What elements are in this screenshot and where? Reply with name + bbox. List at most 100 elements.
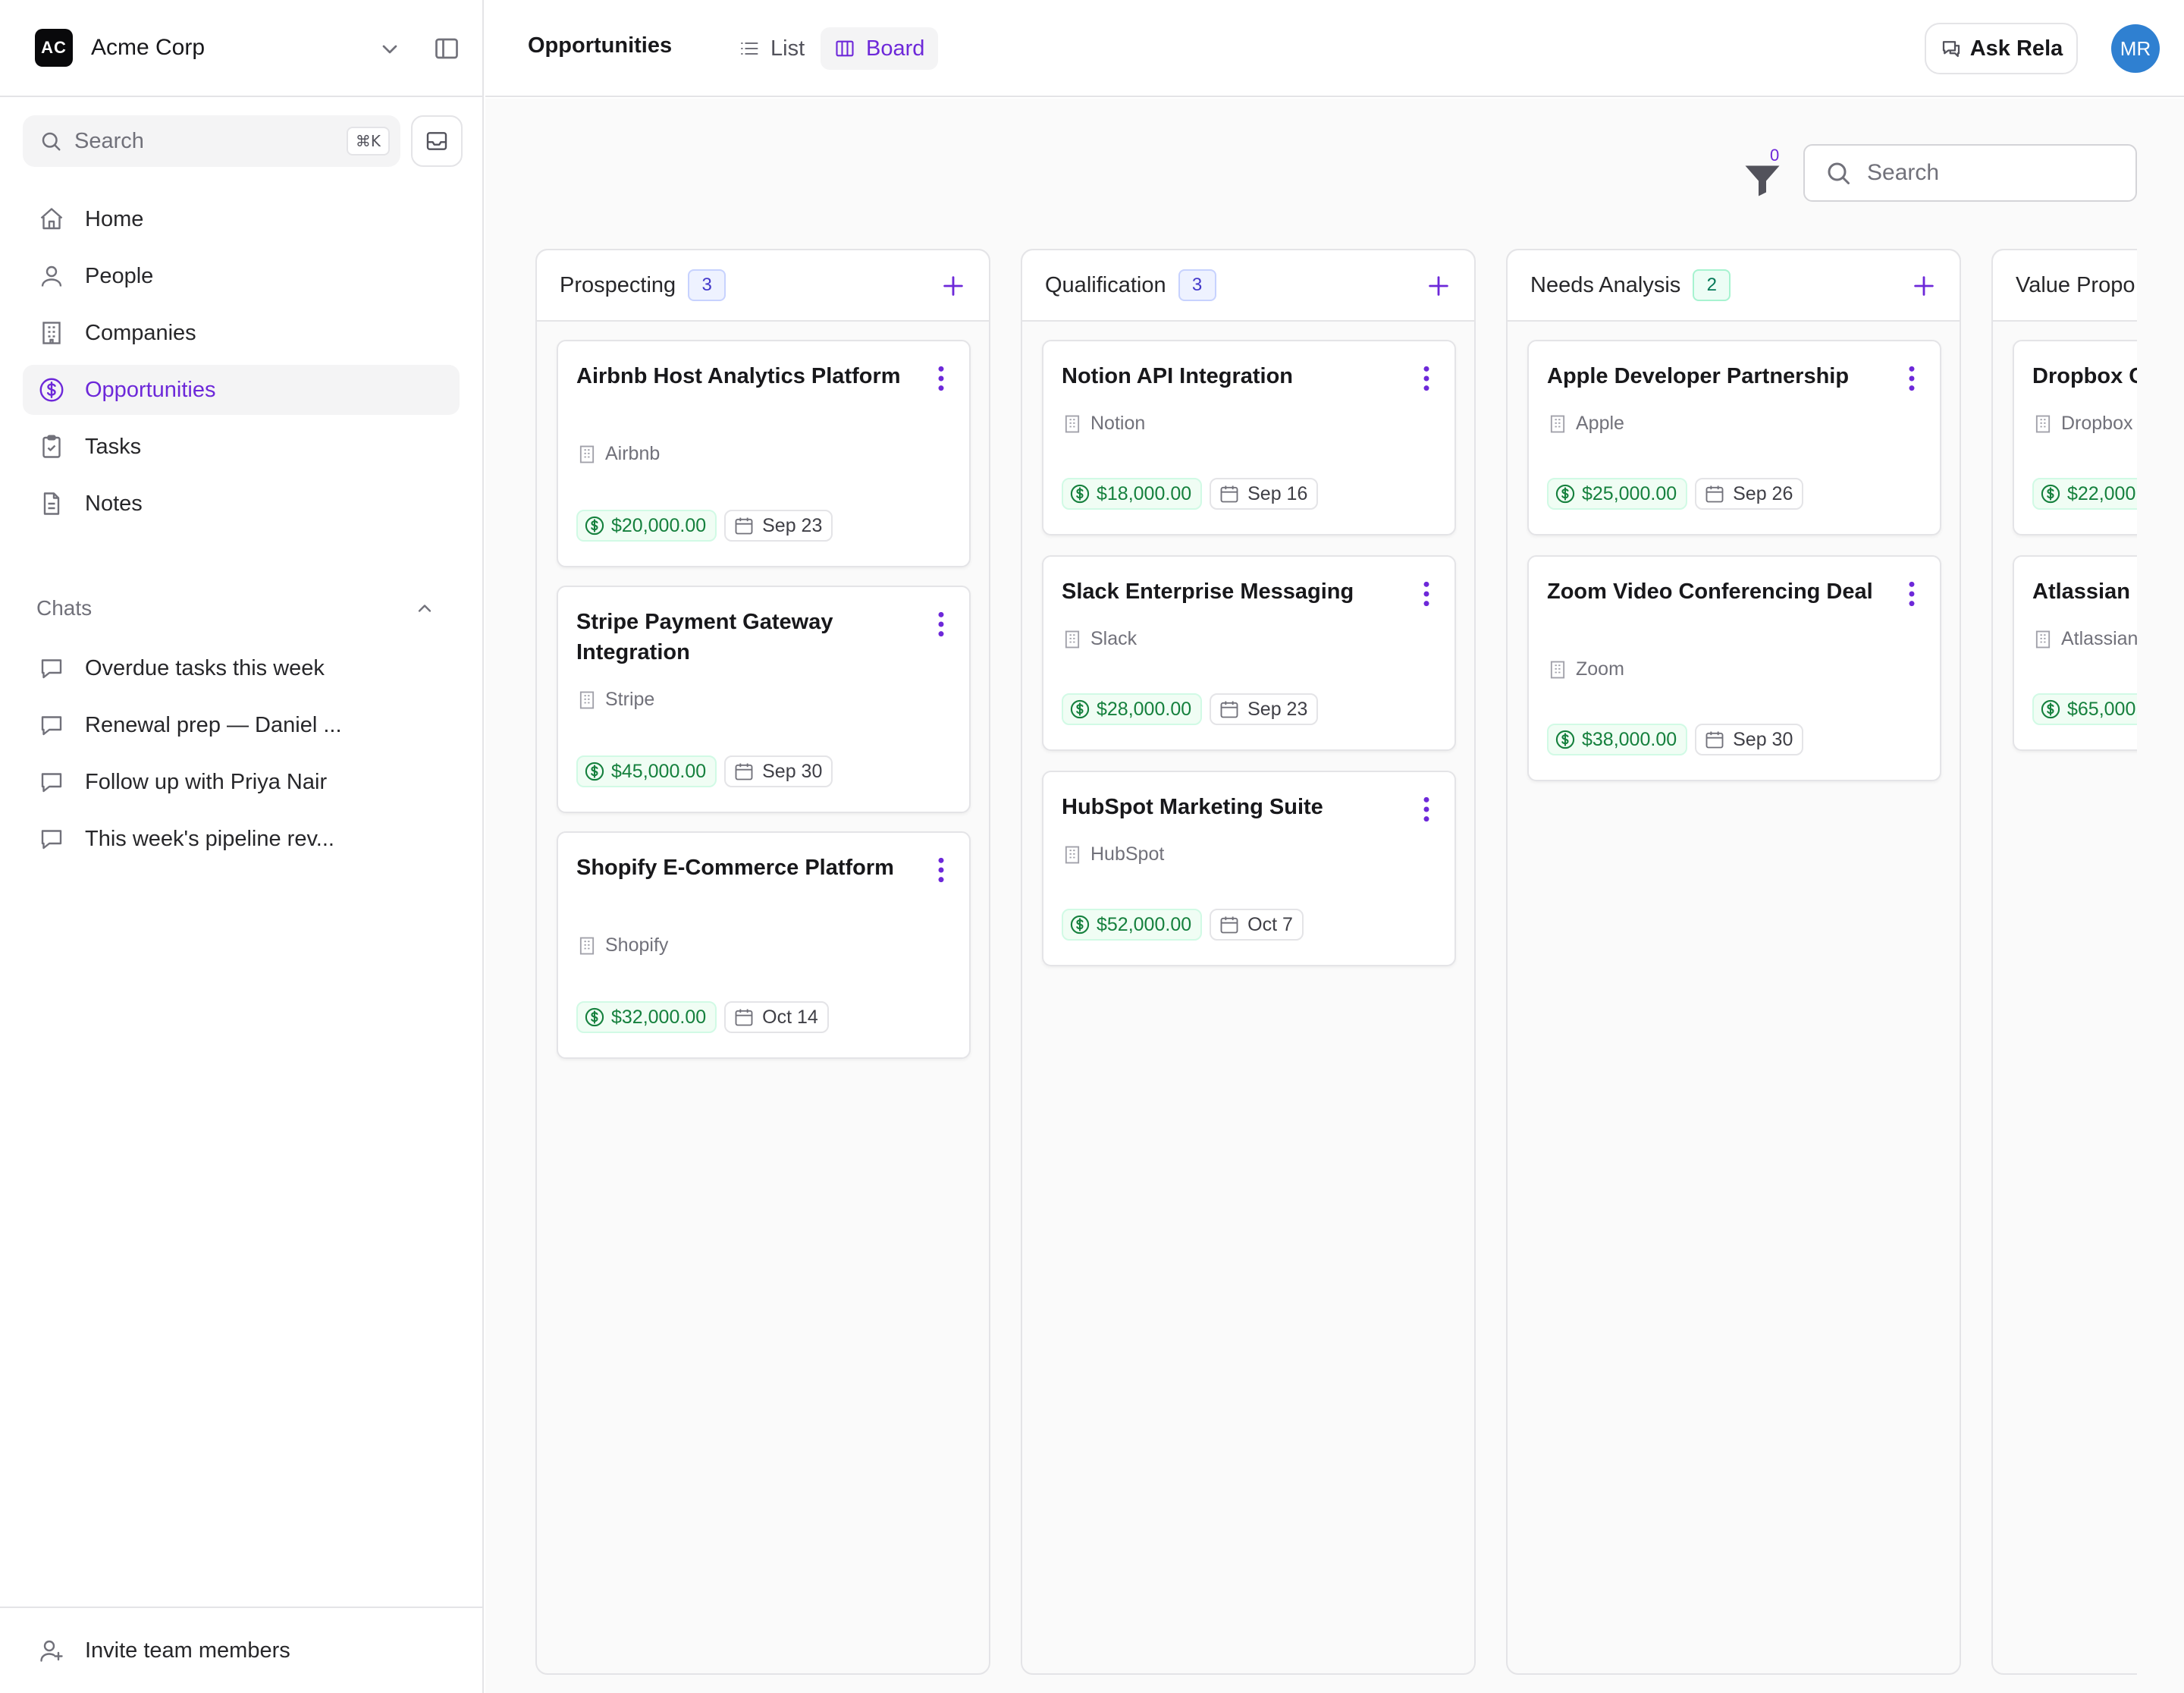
column-header: Prospecting 3 <box>537 250 989 322</box>
card-company: HubSpot <box>1062 843 1164 865</box>
chats-list: Overdue tasks this week Renewal prep — D… <box>23 643 460 871</box>
amount-tag: $65,000 <box>2032 693 2137 725</box>
card-title: Apple Developer Partnership <box>1547 364 1850 388</box>
more-vertical-icon[interactable] <box>936 364 946 393</box>
chat-item-label: Follow up with Priya Nair <box>85 769 328 794</box>
card-tags: $65,000 <box>2032 693 2137 725</box>
chat-bubble-icon <box>41 659 62 679</box>
chats-section-title: Chats <box>36 596 93 620</box>
amount-value: $52,000.00 <box>1097 913 1192 935</box>
amount-value: $18,000.00 <box>1097 482 1192 504</box>
opportunity-card[interactable]: Stripe Payment Gateway Integration Strip… <box>557 586 971 813</box>
workspace-switcher[interactable]: AC Acme Corp <box>0 0 482 97</box>
card-company-name: Dropbox <box>2061 413 2133 434</box>
amount-tag: $18,000.00 <box>1062 478 1203 510</box>
date-tag: Sep 30 <box>724 755 833 787</box>
chevron-up-icon[interactable] <box>414 598 435 619</box>
sidebar-item-home[interactable]: Home <box>23 194 460 244</box>
opportunity-card[interactable]: Notion API Integration Notion $18,000.00 <box>1042 340 1456 536</box>
person-icon <box>41 265 62 287</box>
column-header: Value Propo <box>1993 250 2137 322</box>
sidebar-item-tasks[interactable]: Tasks <box>23 422 460 472</box>
amount-tag: $52,000.00 <box>1062 909 1203 941</box>
card-title: Dropbox C <box>2032 364 2137 388</box>
card-title: HubSpot Marketing Suite <box>1062 795 1323 819</box>
date-tag: Sep 23 <box>724 510 833 542</box>
date-value: Sep 23 <box>762 514 823 536</box>
calendar-icon <box>735 517 753 535</box>
kanban-column-value-proposition: Value Propo Dropbox C Dropbox $22,000 At… <box>1991 249 2137 1675</box>
opportunity-card[interactable]: Atlassian D Atlassian $65,000 <box>2013 555 2137 751</box>
more-vertical-icon[interactable] <box>1421 795 1432 824</box>
chat-item[interactable]: Renewal prep — Daniel ... <box>23 700 460 750</box>
dollar-icon <box>1555 484 1575 504</box>
invite-team-button[interactable]: Invite team members <box>0 1607 482 1693</box>
card-tags: $45,000.00 Sep 30 <box>576 755 833 787</box>
opportunity-card[interactable]: HubSpot Marketing Suite HubSpot $52,000.… <box>1042 771 1456 966</box>
more-vertical-icon[interactable] <box>1421 364 1432 393</box>
clipboard-icon <box>42 435 61 458</box>
amount-tag: $32,000.00 <box>576 1001 717 1033</box>
inbox-button[interactable] <box>411 115 463 167</box>
tab-board-label: Board <box>866 36 925 61</box>
chat-item[interactable]: This week's pipeline rev... <box>23 814 460 864</box>
board-columns-icon <box>836 40 854 57</box>
card-company: Zoom <box>1547 658 1624 680</box>
tab-list-view[interactable]: List <box>725 27 818 70</box>
board-search-input[interactable]: Search <box>1803 144 2137 202</box>
kanban-columns: Prospecting 3 Airbnb Host Analytics Plat… <box>535 249 2137 1693</box>
sidebar-item-people[interactable]: People <box>23 251 460 301</box>
sidebar-search-input[interactable]: Search ⌘K <box>23 115 400 167</box>
chevron-down-icon[interactable] <box>378 37 402 61</box>
amount-tag: $38,000.00 <box>1547 724 1688 755</box>
user-avatar[interactable]: MR <box>2111 24 2160 73</box>
opportunity-card[interactable]: Apple Developer Partnership Apple $25,00… <box>1527 340 1941 536</box>
tab-board-view[interactable]: Board <box>821 27 939 70</box>
sidebar-item-label: Opportunities <box>85 377 216 402</box>
card-company: Stripe <box>576 689 654 711</box>
card-tags: $20,000.00 Sep 23 <box>576 510 833 542</box>
card-company: Dropbox <box>2032 413 2133 435</box>
more-vertical-icon[interactable] <box>936 856 946 884</box>
more-vertical-icon[interactable] <box>1906 364 1917 393</box>
dollar-icon <box>1070 915 1090 934</box>
more-vertical-icon[interactable] <box>1906 580 1917 608</box>
opportunity-card[interactable]: Slack Enterprise Messaging Slack $28,000… <box>1042 555 1456 751</box>
sidebar-item-opportunities[interactable]: Opportunities <box>23 365 460 415</box>
amount-value: $20,000.00 <box>611 514 707 536</box>
card-company-name: Airbnb <box>605 443 661 464</box>
chat-item[interactable]: Follow up with Priya Nair <box>23 757 460 807</box>
chats-section-header[interactable]: Chats <box>36 596 435 620</box>
card-company-name: Stripe <box>605 689 655 710</box>
card-title: Atlassian D <box>2032 580 2137 604</box>
date-tag: Oct 14 <box>724 1001 829 1033</box>
sidebar-item-notes[interactable]: Notes <box>23 479 460 529</box>
sidebar-item-companies[interactable]: Companies <box>23 308 460 358</box>
chat-item[interactable]: Overdue tasks this week <box>23 643 460 693</box>
opportunity-card[interactable]: Dropbox C Dropbox $22,000 <box>2013 340 2137 536</box>
card-title: Notion API Integration <box>1062 364 1294 388</box>
date-value: Sep 26 <box>1733 482 1793 504</box>
plus-icon[interactable] <box>1911 273 1937 299</box>
ask-rela-button[interactable]: Ask Rela <box>1925 23 2078 74</box>
dollar-icon <box>1070 699 1090 719</box>
card-tags: $32,000.00 Oct 14 <box>576 1001 829 1033</box>
plus-icon[interactable] <box>940 273 966 299</box>
more-vertical-icon[interactable] <box>936 610 946 639</box>
date-tag: Sep 30 <box>1695 724 1804 755</box>
dollar-icon <box>585 516 604 536</box>
sidebar-item-label: Companies <box>85 320 196 345</box>
calendar-icon <box>1220 701 1238 718</box>
sidebar-toggle-icon[interactable] <box>432 35 461 62</box>
opportunity-card[interactable]: Shopify E-Commerce Platform Shopify $32,… <box>557 831 971 1059</box>
card-company: Airbnb <box>576 443 660 465</box>
opportunity-card[interactable]: Zoom Video Conferencing Deal Zoom $38,00… <box>1527 555 1941 781</box>
card-title: Shopify E-Commerce Platform <box>576 856 894 880</box>
date-value: Oct 14 <box>762 1006 818 1028</box>
dollar-icon <box>585 1007 604 1027</box>
amount-tag: $20,000.00 <box>576 510 717 542</box>
more-vertical-icon[interactable] <box>1421 580 1432 608</box>
plus-icon[interactable] <box>1426 273 1451 299</box>
card-tags: $28,000.00 Sep 23 <box>1062 693 1319 725</box>
opportunity-card[interactable]: Airbnb Host Analytics Platform Airbnb $2… <box>557 340 971 567</box>
